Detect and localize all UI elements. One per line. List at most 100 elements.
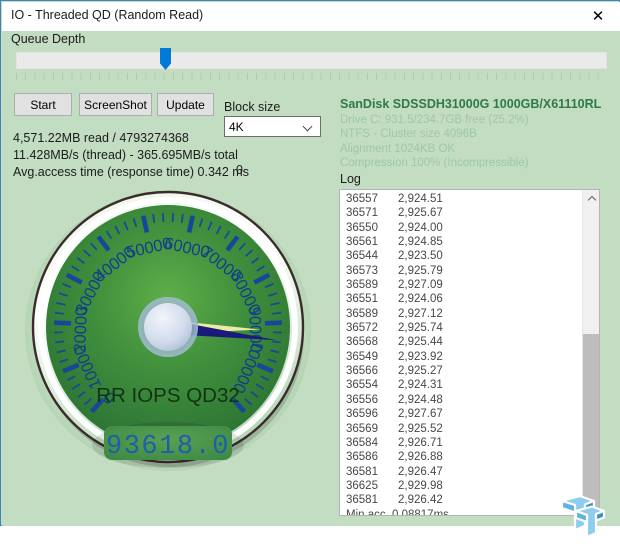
log-value-cell: 2,926.71 (398, 436, 443, 450)
log-row[interactable]: 365502,924.00 (346, 221, 582, 235)
log-value-cell: 2,924.00 (398, 221, 443, 235)
gauge-major-tick (54, 323, 71, 324)
chevron-up-icon (588, 196, 595, 201)
log-iops-cell: 36554 (346, 378, 398, 392)
tt-logo (554, 492, 608, 544)
slider-tick-marks (16, 73, 607, 80)
window-title: IO - Threaded QD (Random Read) (11, 8, 203, 22)
log-listbox[interactable]: 365572,924.51365712,925.67365502,924.003… (339, 189, 600, 516)
iops-gauge: 0100002000030000400005000060000700008000… (24, 183, 312, 471)
log-iops-cell: 36561 (346, 235, 398, 249)
log-value-cell: 2,929.98 (398, 479, 443, 493)
log-row[interactable]: 365842,926.71 (346, 436, 582, 450)
log-iops-cell: 36557 (346, 192, 398, 206)
queue-depth-slider[interactable] (16, 52, 607, 70)
gauge-minor-tick (272, 313, 281, 314)
stats-block: 4,571.22MB read / 4793274368 11.428MB/s … (13, 130, 249, 181)
log-row[interactable]: 365732,925.79 (346, 264, 582, 278)
log-value-cell: 2,927.09 (398, 278, 443, 292)
gauge-minor-tick (55, 313, 64, 314)
queue-depth-label: Queue Depth (11, 32, 85, 46)
log-row[interactable]: 365662,925.27 (346, 364, 582, 378)
log-rows-container: 365572,924.51365712,925.67365502,924.003… (340, 192, 582, 516)
log-row[interactable]: 365962,927.67 (346, 407, 582, 421)
log-row[interactable]: 365812,926.47 (346, 465, 582, 479)
stat-access-time: Avg.access time (response time) 0.342 ms (13, 164, 249, 181)
log-value-cell: 2,924.48 (398, 393, 443, 407)
drive-info: SanDisk SDSSDH31000G 1000GB/X61110RL Dri… (340, 97, 615, 171)
tt-logo-icon (554, 492, 608, 544)
log-iops-cell: 36549 (346, 350, 398, 364)
gauge-major-tick (265, 323, 282, 324)
log-value-cell: 2,925.27 (398, 364, 443, 378)
log-iops-cell: 36568 (346, 335, 398, 349)
log-row[interactable]: 365612,924.85 (346, 235, 582, 249)
update-button[interactable]: Update (157, 93, 214, 116)
log-iops-cell: 36584 (346, 436, 398, 450)
log-iops-cell: 36572 (346, 321, 398, 335)
log-iops-cell: 36625 (346, 479, 398, 493)
slider-groove[interactable] (16, 52, 607, 69)
log-row[interactable]: 365562,924.48 (346, 393, 582, 407)
stat-counter: 0 (236, 163, 243, 177)
start-button[interactable]: Start (14, 93, 72, 116)
log-iops-cell: 36573 (346, 264, 398, 278)
log-row[interactable]: 365442,923.50 (346, 249, 582, 263)
log-value-cell: 2,925.74 (398, 321, 443, 335)
screenshot-button[interactable]: ScreenShot (79, 93, 152, 116)
log-value-cell: 2,925.67 (398, 206, 443, 220)
app-window: IO - Threaded QD (Random Read) ✕ Queue D… (0, 0, 620, 526)
log-min-access[interactable]: Min acc. 0.08817ms (346, 508, 582, 516)
close-button[interactable]: ✕ (576, 2, 620, 31)
log-row[interactable]: 365542,924.31 (346, 378, 582, 392)
log-row[interactable]: 366252,929.98 (346, 479, 582, 493)
drive-alignment: Alignment 1024KB OK (340, 142, 615, 157)
client-area: Queue Depth Start ScreenShot Update Bloc… (2, 31, 620, 526)
log-row[interactable]: 365892,927.12 (346, 307, 582, 321)
log-iops-cell: 36550 (346, 221, 398, 235)
log-row[interactable]: 365722,925.74 (346, 321, 582, 335)
log-iops-cell: 36544 (346, 249, 398, 263)
chevron-down-icon (304, 123, 313, 129)
log-iops-cell: 36586 (346, 450, 398, 464)
log-iops-cell: 36581 (346, 493, 398, 507)
log-scrollbar[interactable] (582, 190, 599, 515)
log-row[interactable]: 365862,926.88 (346, 450, 582, 464)
drive-model: SanDisk SDSSDH31000G 1000GB/X61110RL (340, 97, 615, 112)
log-iops-cell: 36596 (346, 407, 398, 421)
stat-throughput: 11.428MB/s (thread) - 365.695MB/s total (13, 147, 249, 164)
drive-capacity: Drive C: 931.5/234.7GB free (25.2%) (340, 113, 615, 128)
log-label: Log (340, 172, 361, 186)
log-row[interactable]: 365572,924.51 (346, 192, 582, 206)
log-row[interactable]: 365712,925.67 (346, 206, 582, 220)
gauge-minor-tick (182, 214, 183, 223)
log-value-cell: 2,927.12 (398, 307, 443, 321)
log-value-cell: 2,924.31 (398, 378, 443, 392)
log-value-cell: 2,925.52 (398, 422, 443, 436)
log-value-cell: 2,924.06 (398, 292, 443, 306)
log-iops-cell: 36589 (346, 307, 398, 321)
log-value-cell: 2,925.44 (398, 335, 443, 349)
log-value-cell: 2,923.92 (398, 350, 443, 364)
stat-read-total: 4,571.22MB read / 4793274368 (13, 130, 249, 147)
scroll-up-button[interactable] (583, 190, 599, 207)
drive-filesystem: NTFS - Cluster size 4096B (340, 127, 615, 142)
drive-compression: Compression 100% (Incompressible) (340, 156, 615, 171)
log-value-cell: 2,925.79 (398, 264, 443, 278)
log-iops-cell: 36569 (346, 422, 398, 436)
log-iops-cell: 36566 (346, 364, 398, 378)
scrollbar-thumb[interactable] (583, 334, 599, 515)
gauge-minor-tick (153, 214, 154, 223)
log-row[interactable]: 365512,924.06 (346, 292, 582, 306)
log-row[interactable]: 365812,926.42 (346, 493, 582, 507)
log-iops-cell: 36556 (346, 393, 398, 407)
log-iops-cell: 36581 (346, 465, 398, 479)
title-bar: IO - Threaded QD (Random Read) ✕ (2, 2, 620, 32)
log-row[interactable]: 365492,923.92 (346, 350, 582, 364)
gauge-digital-readout: 93618.0 (106, 432, 230, 462)
gauge-graphic: 0100002000030000400005000060000700008000… (24, 183, 312, 471)
log-row[interactable]: 365692,925.52 (346, 422, 582, 436)
log-row[interactable]: 365682,925.44 (346, 335, 582, 349)
log-row[interactable]: 365892,927.09 (346, 278, 582, 292)
log-value-cell: 2,924.85 (398, 235, 443, 249)
